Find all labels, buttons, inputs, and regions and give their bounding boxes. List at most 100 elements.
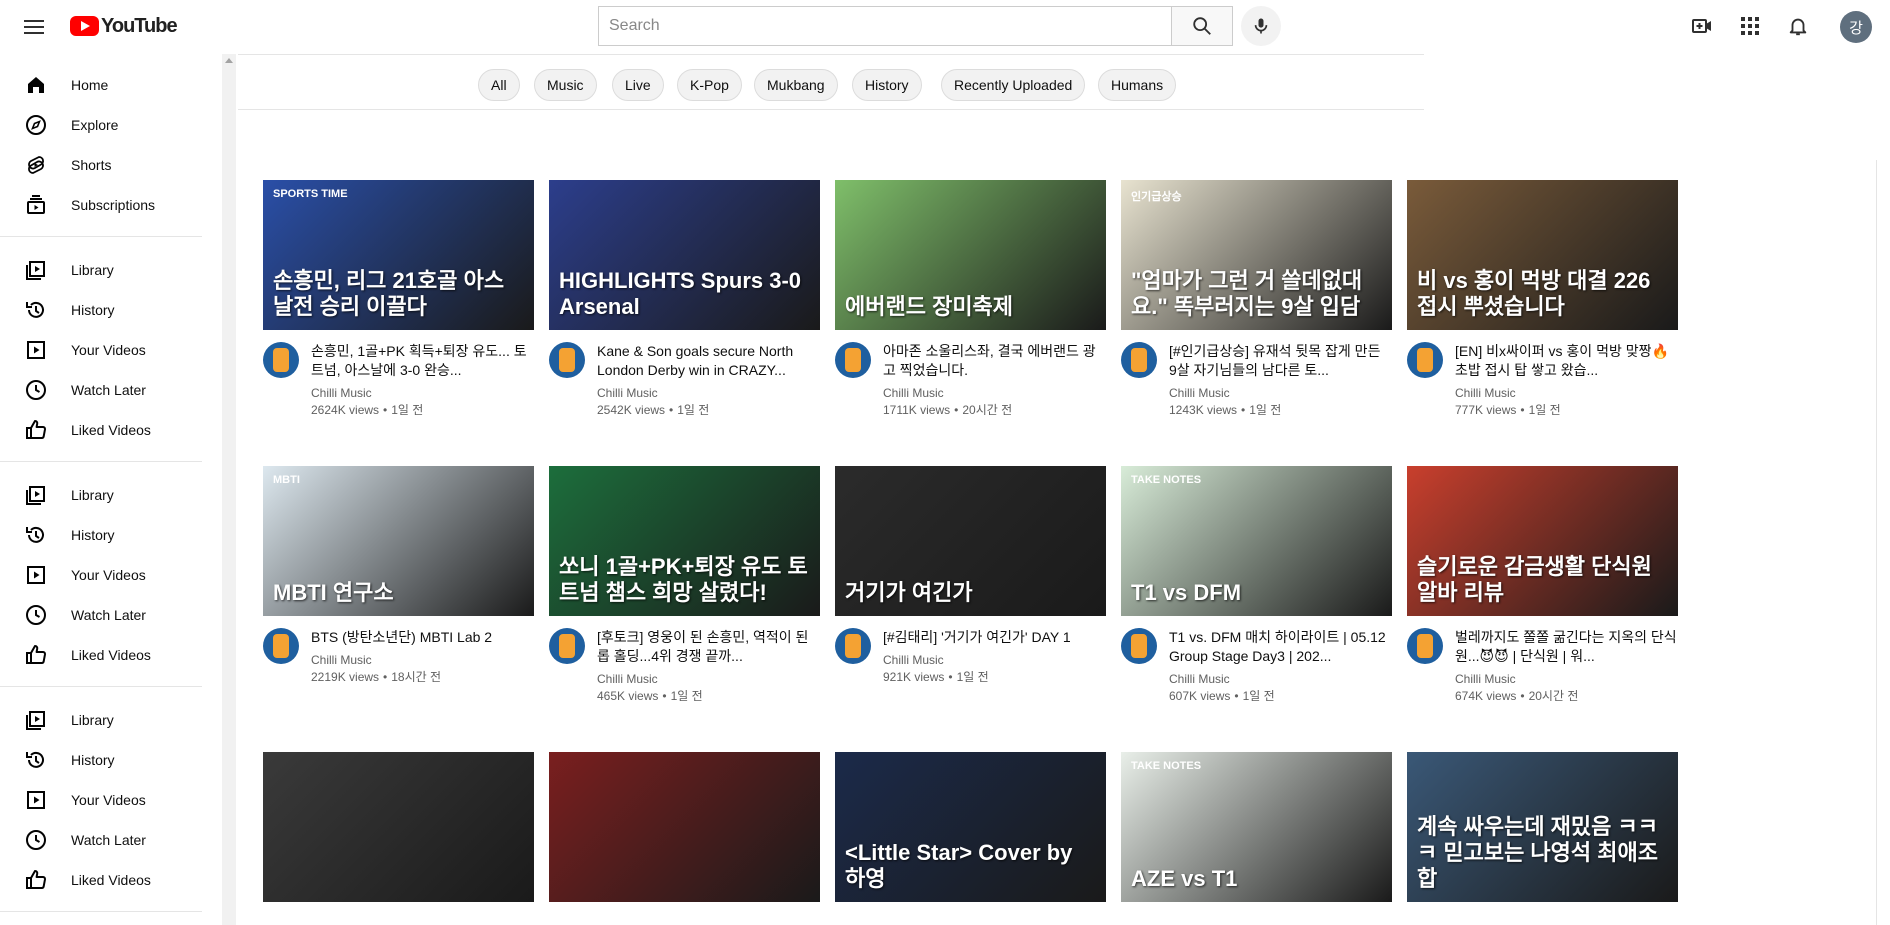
sidebar-item-history[interactable]: History — [0, 740, 202, 780]
video-card[interactable]: 계속 싸우는데 재밌음 ㅋㅋㅋ 믿고보는 나영석 최애조합 — [1407, 752, 1678, 902]
menu-icon[interactable] — [22, 15, 46, 39]
video-thumbnail[interactable]: TAKE NOTES T1 vs DFM — [1121, 466, 1392, 616]
channel-avatar[interactable] — [1407, 628, 1443, 664]
channel-avatar[interactable] — [549, 342, 585, 378]
sidebar-item-liked-videos[interactable]: Liked Videos — [0, 635, 202, 675]
apps-button[interactable] — [1738, 14, 1762, 38]
video-title[interactable]: T1 vs. DFM 매치 하이라이트 | 05.12 Group Stage … — [1169, 628, 1391, 666]
chip-music[interactable]: Music — [534, 69, 597, 101]
search-input[interactable] — [598, 6, 1171, 46]
youtube-logo[interactable]: YouTube — [70, 13, 178, 39]
video-card[interactable]: 에버랜드 장미축제아마존 소울리스좌, 결국 에버랜드 광고 찍었습니다. Chi… — [835, 180, 1106, 417]
video-thumbnail[interactable]: <Little Star> Cover by 하영 — [835, 752, 1106, 902]
video-thumbnail[interactable]: HIGHLIGHTS Spurs 3-0 Arsenal — [549, 180, 820, 330]
video-title[interactable]: Kane & Son goals secure North London Der… — [597, 342, 819, 380]
channel-name[interactable]: Chilli Music — [1455, 672, 1516, 686]
channel-name[interactable]: Chilli Music — [883, 386, 944, 400]
sidebar-item-your-videos[interactable]: Your Videos — [0, 555, 202, 595]
chip-k-pop[interactable]: K-Pop — [677, 69, 742, 101]
sidebar-item-subscriptions[interactable]: Subscriptions — [0, 185, 202, 225]
video-card[interactable]: TAKE NOTES AZE vs T1 — [1121, 752, 1392, 902]
sidebar-item-watch-later[interactable]: Watch Later — [0, 595, 202, 635]
video-title[interactable]: [#김태리] '거기가 여긴가' DAY 1 — [883, 628, 1105, 647]
video-card[interactable]: 인기급상승 "엄마가 그런 거 쓸데없대요." 똑부러지는 9살 입담 [#인기급상… — [1121, 180, 1392, 417]
sidebar-item-explore[interactable]: Explore — [0, 105, 202, 145]
main-scrollbar[interactable] — [1876, 160, 1890, 925]
chip-live[interactable]: Live — [612, 69, 664, 101]
video-thumbnail[interactable]: 거기가 여긴가 — [835, 466, 1106, 616]
video-thumbnail[interactable]: 인기급상승 "엄마가 그런 거 쓸데없대요." 똑부러지는 9살 입담 — [1121, 180, 1392, 330]
channel-avatar[interactable] — [263, 628, 299, 664]
video-thumbnail[interactable]: TAKE NOTES AZE vs T1 — [1121, 752, 1392, 902]
sidebar-item-liked-videos[interactable]: Liked Videos — [0, 860, 202, 900]
sidebar-item-library[interactable]: Library — [0, 475, 202, 515]
video-title[interactable]: 손흥민, 1골+PK 획득+퇴장 유도... 토트넘, 아스날에 3-0 완승.… — [311, 342, 533, 380]
video-card[interactable]: <Little Star> Cover by 하영 — [835, 752, 1106, 902]
video-title[interactable]: [후토크] 영웅이 된 손흥민, 역적이 된 롭 홀딩...4위 경쟁 끝까..… — [597, 628, 819, 666]
voice-search-button[interactable] — [1241, 6, 1281, 46]
video-card[interactable]: MBTI MBTI 연구소 BTS (방탄소년단) MBTI Lab 2 Chilli… — [263, 466, 534, 684]
sidebar-item-watch-later[interactable]: Watch Later — [0, 370, 202, 410]
channel-avatar[interactable] — [835, 342, 871, 378]
channel-name[interactable]: Chilli Music — [311, 386, 372, 400]
video-card[interactable] — [549, 752, 820, 902]
channel-name[interactable]: Chilli Music — [311, 653, 372, 667]
video-title[interactable]: [EN] 비x싸이퍼 vs 홍이 먹방 맞짱🔥 초밥 접시 탑 쌓고 왔습... — [1455, 342, 1677, 380]
sidebar-item-history[interactable]: History — [0, 515, 202, 555]
channel-name[interactable]: Chilli Music — [597, 386, 658, 400]
channel-avatar[interactable] — [1121, 342, 1157, 378]
video-thumbnail[interactable]: 슬기로운 감금생활 단식원 알바 리뷰 — [1407, 466, 1678, 616]
video-card[interactable] — [263, 752, 534, 902]
sidebar-item-watch-later[interactable]: Watch Later — [0, 820, 202, 860]
sidebar-item-library[interactable]: Library — [0, 700, 202, 740]
notifications-button[interactable] — [1786, 14, 1810, 38]
channel-name[interactable]: Chilli Music — [883, 653, 944, 667]
video-card[interactable]: HIGHLIGHTS Spurs 3-0 Arsenal Kane & Son g… — [549, 180, 820, 417]
sidebar-item-your-videos[interactable]: Your Videos — [0, 780, 202, 820]
channel-avatar[interactable] — [1407, 342, 1443, 378]
video-thumbnail[interactable]: MBTI MBTI 연구소 — [263, 466, 534, 616]
video-thumbnail[interactable]: 에버랜드 장미축제 — [835, 180, 1106, 330]
video-title[interactable]: 벌레까지도 쫄쫄 굶긴다는 지옥의 단식원...😈😈 | 단식원 | 워... — [1455, 628, 1677, 666]
video-thumbnail[interactable]: 계속 싸우는데 재밌음 ㅋㅋㅋ 믿고보는 나영석 최애조합 — [1407, 752, 1678, 902]
scroll-up-arrow-icon[interactable] — [225, 58, 233, 63]
channel-name[interactable]: Chilli Music — [1169, 672, 1230, 686]
video-thumbnail[interactable] — [549, 752, 820, 902]
video-title[interactable]: 아마존 소울리스좌, 결국 에버랜드 광고 찍었습니다. — [883, 342, 1105, 380]
view-count: 607K views — [1169, 689, 1231, 703]
channel-avatar[interactable] — [1121, 628, 1157, 664]
account-avatar[interactable]: 강 — [1840, 11, 1872, 43]
video-thumbnail[interactable]: 쏘니 1골+PK+퇴장 유도 토트넘 챔스 희망 살렸다! — [549, 466, 820, 616]
channel-name[interactable]: Chilli Music — [1169, 386, 1230, 400]
channel-avatar[interactable] — [835, 628, 871, 664]
sidebar-item-liked-videos[interactable]: Liked Videos — [0, 410, 202, 450]
video-title[interactable]: BTS (방탄소년단) MBTI Lab 2 — [311, 628, 533, 647]
video-card[interactable]: 쏘니 1골+PK+퇴장 유도 토트넘 챔스 희망 살렸다! [후토크] 영웅이 된… — [549, 466, 820, 703]
video-thumbnail[interactable]: SPORTS TIME 손흥민, 리그 21호골 아스날전 승리 이끌다 — [263, 180, 534, 330]
channel-avatar[interactable] — [549, 628, 585, 664]
video-title[interactable]: [#인기급상승] 유재석 뒷목 잡게 만든 9살 자기님들의 남다른 토... — [1169, 342, 1391, 380]
channel-name[interactable]: Chilli Music — [1455, 386, 1516, 400]
sidebar-item-home[interactable]: Home — [0, 65, 202, 105]
sidebar-item-your-videos[interactable]: Your Videos — [0, 330, 202, 370]
video-card[interactable]: TAKE NOTES T1 vs DFM T1 vs. DFM 매치 하이라이트 |… — [1121, 466, 1392, 703]
chip-all[interactable]: All — [478, 69, 520, 101]
chip-history[interactable]: History — [852, 69, 922, 101]
sidebar-scrollbar[interactable] — [222, 54, 236, 925]
video-card[interactable]: 거기가 여긴가 [#김태리] '거기가 여긴가' DAY 1 Chilli Musi… — [835, 466, 1106, 684]
chip-humans[interactable]: Humans — [1098, 69, 1177, 101]
create-video-button[interactable] — [1690, 14, 1714, 38]
chip-recently-uploaded[interactable]: Recently Uploaded — [941, 69, 1086, 101]
channel-name[interactable]: Chilli Music — [597, 672, 658, 686]
video-card[interactable]: 비 vs 홍이 먹방 대결 226접시 뿌셨습니다 [EN] 비x싸이퍼 vs 홍… — [1407, 180, 1678, 417]
video-card[interactable]: 슬기로운 감금생활 단식원 알바 리뷰벌레까지도 쫄쫄 굶긴다는 지옥의 단식원… — [1407, 466, 1678, 703]
sidebar-item-shorts[interactable]: Shorts — [0, 145, 202, 185]
video-thumbnail[interactable] — [263, 752, 534, 902]
channel-avatar[interactable] — [263, 342, 299, 378]
video-thumbnail[interactable]: 비 vs 홍이 먹방 대결 226접시 뿌셨습니다 — [1407, 180, 1678, 330]
sidebar-item-history[interactable]: History — [0, 290, 202, 330]
chip-mukbang[interactable]: Mukbang — [754, 69, 838, 101]
search-button[interactable] — [1171, 6, 1233, 46]
video-card[interactable]: SPORTS TIME 손흥민, 리그 21호골 아스날전 승리 이끌다손흥민, … — [263, 180, 534, 417]
sidebar-item-library[interactable]: Library — [0, 250, 202, 290]
